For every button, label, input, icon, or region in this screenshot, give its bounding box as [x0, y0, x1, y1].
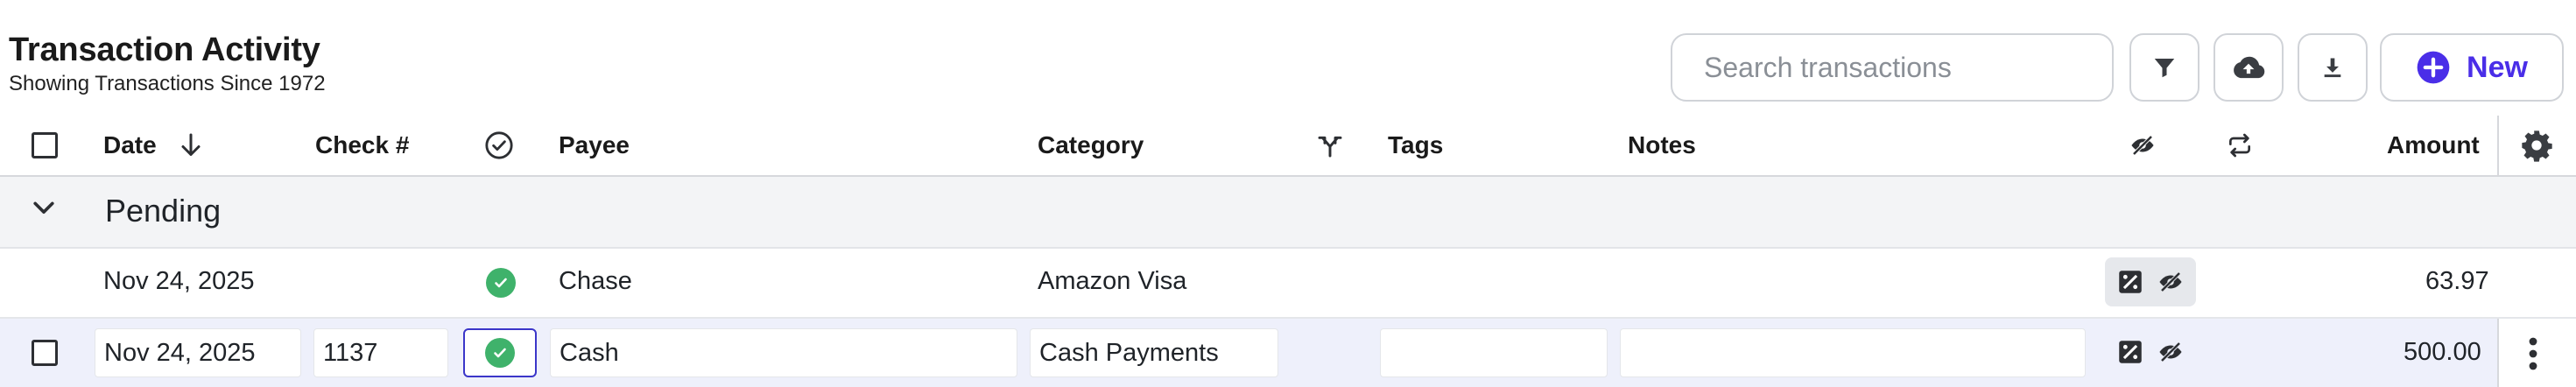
- column-date[interactable]: Date: [103, 116, 202, 175]
- new-transaction-button[interactable]: New: [2380, 33, 2564, 102]
- search-input[interactable]: Search transactions: [1671, 33, 2114, 102]
- row-category: Amazon Visa: [1038, 267, 1187, 295]
- check-number-input[interactable]: 1137: [313, 328, 448, 377]
- row-flags: [2105, 327, 2196, 376]
- notes-input[interactable]: [1620, 328, 2086, 377]
- cleared-status[interactable]: [486, 268, 516, 298]
- group-label: Pending: [105, 193, 222, 229]
- plus-circle-icon: [2417, 51, 2450, 84]
- eye-off-icon[interactable]: [2156, 339, 2185, 365]
- category-value: Cash Payments: [1039, 338, 1219, 367]
- check-circle-icon: [486, 268, 516, 298]
- upload-button[interactable]: [2214, 33, 2284, 102]
- row-amount: 500.00: [2404, 338, 2481, 366]
- download-icon: [2324, 58, 2341, 78]
- tags-input[interactable]: [1380, 328, 1608, 377]
- filter-button[interactable]: [2129, 33, 2199, 102]
- check-number-value: 1137: [323, 338, 378, 367]
- column-tags[interactable]: Tags: [1388, 116, 1443, 175]
- eye-off-icon[interactable]: [2156, 269, 2185, 295]
- column-settings[interactable]: [2519, 116, 2554, 175]
- new-button-label: New: [2467, 50, 2528, 84]
- sort-descending-icon: [181, 133, 201, 156]
- search-placeholder: Search transactions: [1704, 51, 1952, 83]
- eye-off-icon: [2131, 135, 2154, 156]
- percent-icon[interactable]: [2115, 337, 2145, 367]
- column-check-number[interactable]: Check #: [315, 116, 409, 175]
- payee-input[interactable]: Cash: [550, 328, 1017, 377]
- payee-value: Cash: [560, 338, 619, 367]
- column-payee[interactable]: Payee: [559, 116, 630, 175]
- row-date: Nov 24, 2025: [103, 267, 255, 295]
- row-amount: 63.97: [2425, 267, 2489, 295]
- page-subtitle: Showing Transactions Since 1972: [9, 72, 326, 95]
- cloud-upload-icon: [2234, 56, 2265, 79]
- date-value: Nov 24, 2025: [104, 338, 256, 367]
- check-circle-icon: [485, 338, 515, 368]
- column-split[interactable]: [1316, 116, 1344, 175]
- category-input[interactable]: Cash Payments: [1030, 328, 1278, 377]
- date-input[interactable]: Nov 24, 2025: [95, 328, 301, 377]
- more-vertical-icon[interactable]: [2527, 336, 2539, 376]
- select-all-checkbox[interactable]: [32, 132, 58, 158]
- cleared-toggle[interactable]: [463, 328, 537, 377]
- column-date-label: Date: [103, 131, 157, 158]
- column-amount[interactable]: Amount: [2387, 116, 2480, 175]
- group-row-pending[interactable]: [0, 177, 2576, 249]
- column-category[interactable]: Category: [1038, 116, 1144, 175]
- column-recurring[interactable]: [2225, 116, 2255, 175]
- chevron-down-icon[interactable]: [32, 200, 56, 222]
- row-checkbox[interactable]: [32, 340, 58, 366]
- page-title: Transaction Activity: [9, 32, 320, 68]
- row-payee: Chase: [559, 267, 632, 295]
- filter-icon: [2154, 59, 2175, 78]
- row-select-cell: [32, 340, 58, 366]
- select-all-cell: [32, 116, 58, 175]
- table-header: Date Check # Payee Category Tags Notes A…: [0, 116, 2576, 177]
- percent-icon[interactable]: [2115, 267, 2145, 297]
- download-button[interactable]: [2298, 33, 2368, 102]
- repeat-icon: [2229, 133, 2250, 158]
- gear-icon: [2522, 130, 2552, 162]
- split-arrows-icon: [1318, 136, 1342, 158]
- column-cleared[interactable]: [484, 116, 514, 175]
- column-hidden[interactable]: [2128, 116, 2157, 175]
- check-circle-outline-icon: [485, 131, 513, 159]
- row-flags: [2105, 257, 2196, 306]
- column-notes[interactable]: Notes: [1628, 116, 1696, 175]
